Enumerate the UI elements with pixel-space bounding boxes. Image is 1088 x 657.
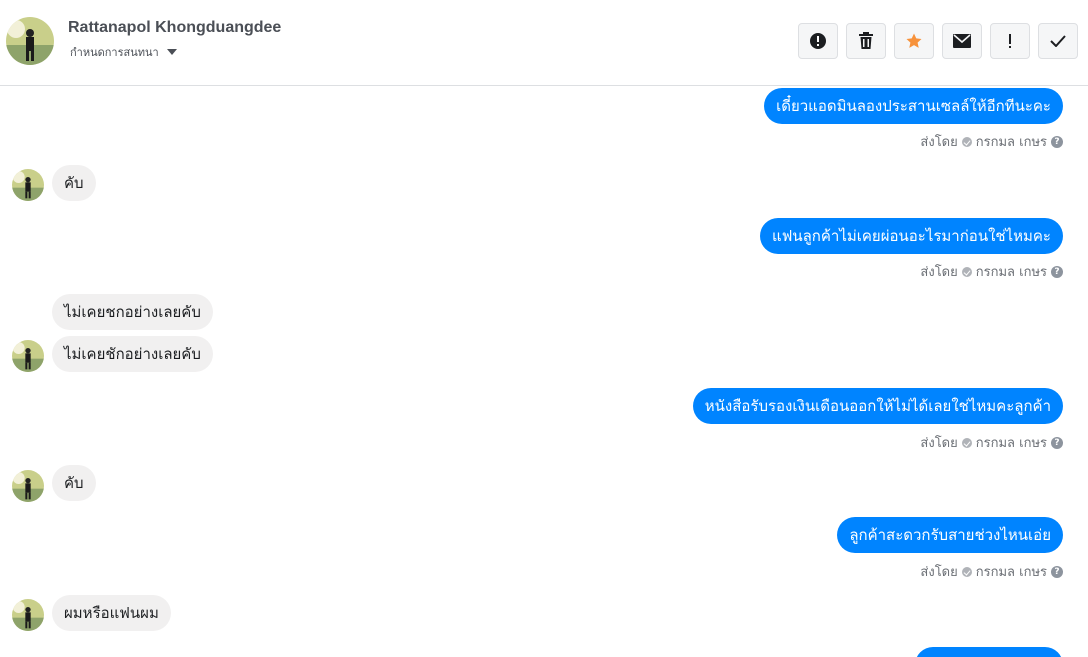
conversation-options-label: กำหนดการสนทนา xyxy=(70,46,159,59)
help-icon[interactable]: ? xyxy=(1051,265,1063,278)
star-icon xyxy=(906,33,922,48)
incoming-message: คับ xyxy=(52,165,96,201)
sent-by-info: ส่งโดย กรกมล เกษร ? xyxy=(920,261,1063,282)
envelope-icon xyxy=(953,34,971,48)
avatar[interactable] xyxy=(12,599,44,631)
sent-by-info: ส่งโดย กรกมล เกษร ? xyxy=(920,432,1063,453)
header-actions xyxy=(798,23,1078,59)
exclamation-icon xyxy=(1009,34,1011,48)
check-circle-icon xyxy=(961,566,972,577)
sent-by-label: ส่งโดย xyxy=(920,565,958,580)
check-circle-icon xyxy=(961,437,972,448)
help-icon[interactable]: ? xyxy=(1051,436,1063,449)
mark-unread-button[interactable] xyxy=(942,23,982,59)
conversation-options-dropdown[interactable]: กำหนดการสนทนา xyxy=(70,43,177,61)
delete-button[interactable] xyxy=(846,23,886,59)
sender-name[interactable]: กรกมล เกษร xyxy=(976,561,1047,582)
report-button[interactable] xyxy=(798,23,838,59)
sender-name[interactable]: กรกมล เกษร xyxy=(976,432,1047,453)
sent-by-info: ส่งโดย กรกมล เกษร ? xyxy=(920,561,1063,582)
avatar[interactable] xyxy=(6,17,54,65)
outgoing-message: ลูกค้าสะดวกรับสายช่วงไหนเอ่ย xyxy=(837,517,1063,553)
sender-name[interactable]: กรกมล เกษร xyxy=(976,131,1047,152)
incoming-message: ไม่เคยชกอย่างเลยคับ xyxy=(52,294,213,330)
sender-name[interactable]: กรกมล เกษร xyxy=(976,261,1047,282)
alert-circle-icon xyxy=(810,33,826,49)
sent-by-label: ส่งโดย xyxy=(920,436,958,451)
sent-by-label: ส่งโดย xyxy=(920,265,958,280)
contact-name[interactable]: Rattanapol Khongduangdee xyxy=(68,19,281,37)
incoming-message: ผมหรือแฟนผม xyxy=(52,595,171,631)
outgoing-message: หนังสือรับรองเงินเดือนออกให้ไม่ได้เลยใช่… xyxy=(692,388,1063,424)
avatar[interactable] xyxy=(12,169,44,201)
check-icon xyxy=(1050,35,1066,47)
sent-by-info: ส่งโดย กรกมล เกษร ? xyxy=(920,131,1063,152)
avatar[interactable] xyxy=(12,470,44,502)
outgoing-message: เดี๋ยวแอดมินลองประสานเซลล์ให้อีกทีนะคะ xyxy=(764,88,1063,124)
message-thread[interactable]: เดี๋ยวแอดมินลองประสานเซลล์ให้อีกทีนะคะ ส… xyxy=(0,87,1088,657)
mark-done-button[interactable] xyxy=(1038,23,1078,59)
incoming-message: คับ xyxy=(52,465,96,501)
incoming-message: ไม่เคยชักอย่างเลยคับ xyxy=(52,336,213,372)
trash-icon xyxy=(859,32,873,49)
star-button[interactable] xyxy=(894,23,934,59)
outgoing-message xyxy=(915,647,1063,657)
check-circle-icon xyxy=(961,136,972,147)
check-circle-icon xyxy=(961,266,972,277)
outgoing-message: แฟนลูกค้าไม่เคยผ่อนอะไรมาก่อนใช่ไหมคะ xyxy=(760,218,1063,254)
caret-down-icon xyxy=(166,49,177,55)
conversation-header: Rattanapol Khongduangdee กำหนดการสนทนา xyxy=(0,0,1088,86)
avatar[interactable] xyxy=(12,340,44,372)
help-icon[interactable]: ? xyxy=(1051,565,1063,578)
mark-important-button[interactable] xyxy=(990,23,1030,59)
sent-by-label: ส่งโดย xyxy=(920,135,958,150)
help-icon[interactable]: ? xyxy=(1051,135,1063,148)
